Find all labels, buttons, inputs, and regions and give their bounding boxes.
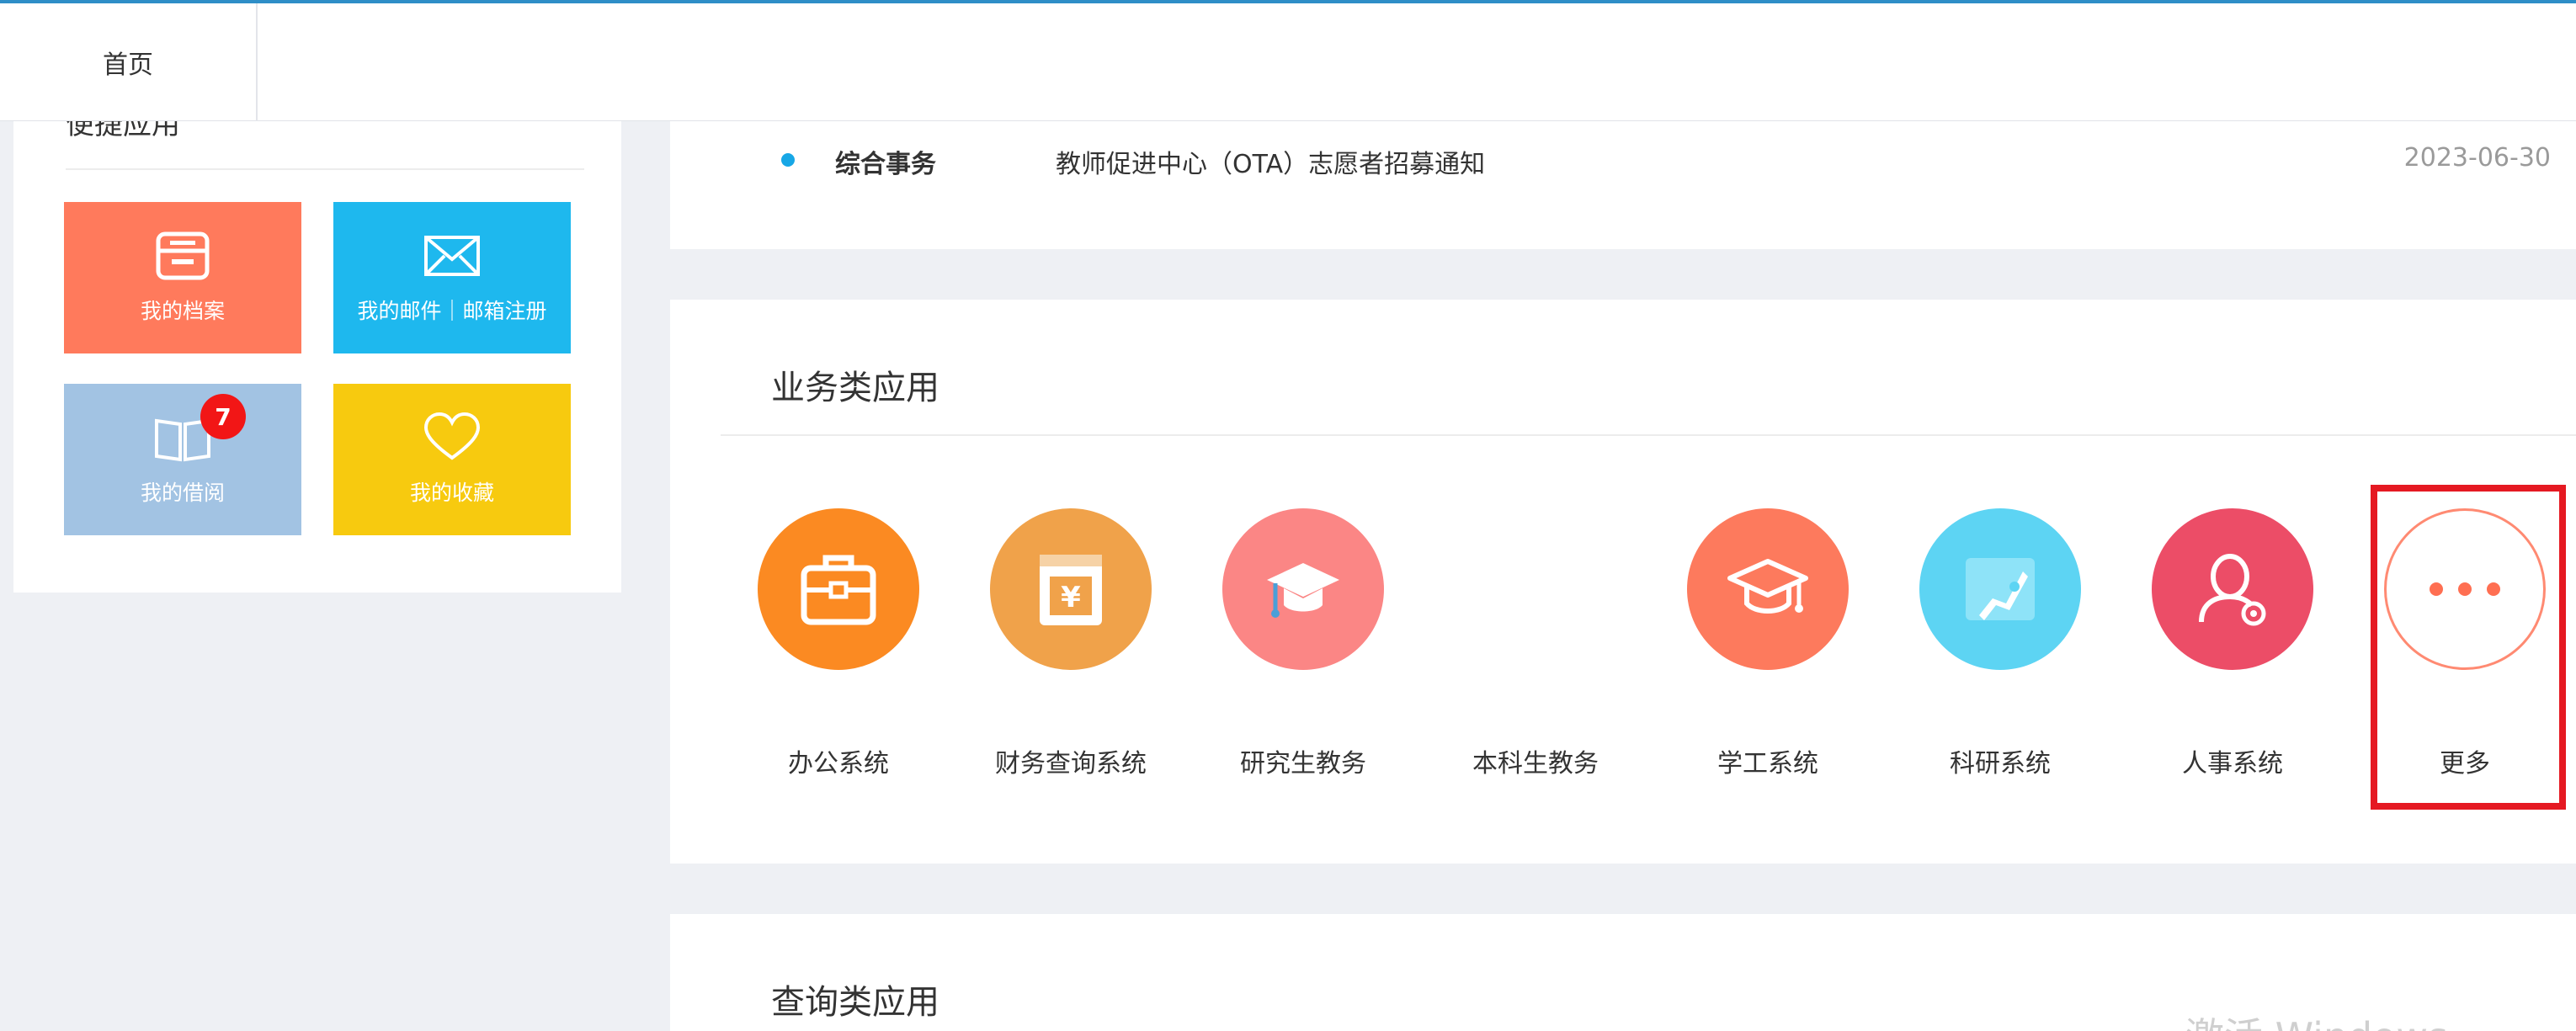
tile-label: 我的邮件｜邮箱注册 — [357, 299, 547, 323]
tile-label: 我的收藏 — [409, 481, 494, 505]
app-student-affairs[interactable]: 学工系统 — [1652, 508, 1884, 828]
app-label: 科研系统 — [1950, 749, 2051, 779]
mortarboard-icon — [1727, 559, 1808, 614]
tile-label: 我的借阅 — [140, 481, 225, 505]
query-apps-title: 查询类应用 — [771, 983, 939, 1022]
tile-label: 我的档案 — [140, 299, 225, 323]
app-icon-circle — [758, 508, 919, 670]
archive-box-icon — [156, 231, 210, 280]
app-icon-circle — [2152, 508, 2313, 670]
tile-my-borrowing[interactable]: 7 我的借阅 — [64, 384, 301, 535]
divider — [721, 434, 2576, 436]
app-icon-circle: ¥ — [990, 508, 1152, 670]
app-icon-circle — [1222, 508, 1384, 670]
app-research-system[interactable]: 科研系统 — [1884, 508, 2116, 828]
unread-count-badge: 7 — [200, 394, 246, 439]
highlight-box — [2371, 485, 2566, 810]
tile-my-mail[interactable]: 我的邮件｜邮箱注册 — [333, 202, 571, 353]
app-office-system[interactable]: 办公系统 — [722, 508, 955, 828]
app-hr-system[interactable]: 人事系统 — [2116, 508, 2349, 828]
app-icon-circle — [1687, 508, 1849, 670]
rocket-icon — [1966, 558, 2035, 620]
bullet-dot — [781, 153, 795, 167]
svg-text:¥: ¥ — [1061, 581, 1081, 614]
top-bar: 首页 — [0, 3, 2576, 121]
divider — [66, 168, 584, 170]
finance-yuan-icon: ¥ — [1040, 555, 1102, 625]
app-finance-query[interactable]: ¥ 财务查询系统 — [955, 508, 1187, 828]
graduate-cap-icon — [1267, 563, 1339, 618]
envelope-icon — [424, 236, 480, 276]
app-label: 本科生教务 — [1472, 749, 1599, 779]
app-label: 人事系统 — [2182, 749, 2283, 779]
app-icon-circle — [1919, 508, 2081, 670]
tile-my-archive[interactable]: 我的档案 — [64, 202, 301, 353]
tab-home[interactable]: 首页 — [0, 3, 258, 121]
quick-apps-panel: 便捷应用 我的档案 我的邮件｜邮箱注册 7 我的借阅 我的收藏 — [13, 101, 621, 593]
notice-title-link[interactable]: 教师促进中心（OTA）志愿者招募通知 — [1056, 143, 1485, 180]
notice-date: 2023-06-30 — [2403, 143, 2551, 173]
app-graduate-affairs[interactable]: 研究生教务 — [1187, 508, 1419, 828]
query-apps-card: 查询类应用 激活 Windows — [670, 914, 2576, 1031]
app-label: 学工系统 — [1717, 749, 1818, 779]
person-gear-icon — [2199, 554, 2266, 626]
business-apps-card: 业务类应用 办公系统 ¥ 财务查询系统 研究生教务 本科生教务 学工系统 科研系… — [670, 300, 2576, 864]
briefcase-icon — [801, 555, 876, 625]
app-undergraduate-affairs[interactable]: 本科生教务 — [1419, 508, 1652, 828]
notice-card: 综合事务 教师促进中心（OTA）志愿者招募通知 2023-06-30 — [670, 101, 2576, 249]
app-label: 研究生教务 — [1240, 749, 1366, 779]
notice-category: 综合事务 — [835, 150, 936, 179]
business-apps-title: 业务类应用 — [771, 369, 939, 407]
app-label: 财务查询系统 — [995, 749, 1147, 779]
heart-icon — [423, 412, 481, 460]
tile-my-favorites[interactable]: 我的收藏 — [333, 384, 571, 535]
app-label: 办公系统 — [788, 749, 889, 779]
windows-activation-watermark: 激活 Windows — [2185, 1007, 2448, 1031]
